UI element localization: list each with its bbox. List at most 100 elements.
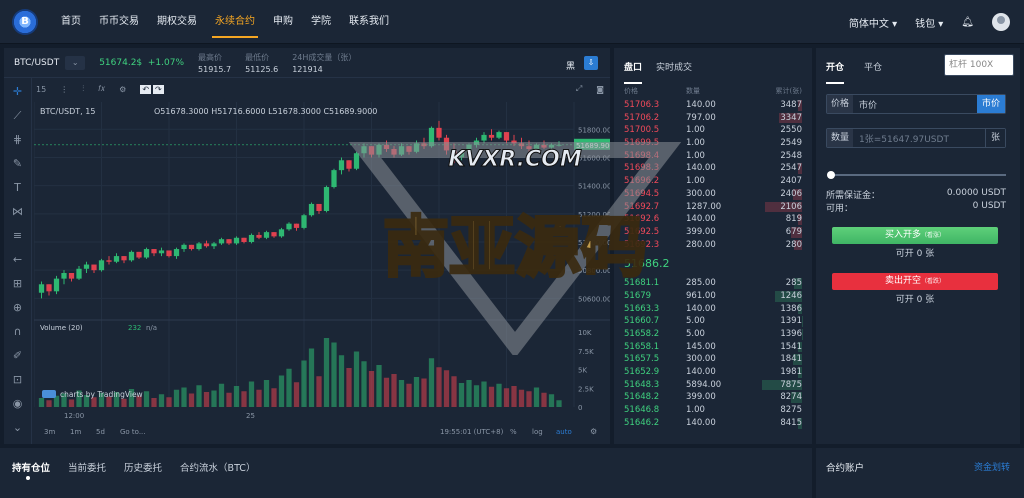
- asks-row[interactable]: 51706.3 140.00 3487: [614, 99, 812, 112]
- price-chart[interactable]: 51800.0000 51600.0000 51400.0000 51200.0000…: [34, 102, 610, 444]
- scale-option[interactable]: auto: [556, 428, 572, 436]
- bids-row[interactable]: 51652.9 140.00 1981: [614, 366, 812, 379]
- bids-row[interactable]: 51679 961.00 1246: [614, 290, 812, 303]
- brush-icon[interactable]: ✎: [13, 156, 22, 172]
- tab-orderbook[interactable]: 盘口: [624, 60, 643, 84]
- measure-icon[interactable]: ⊞: [13, 276, 22, 292]
- interval-selector[interactable]: 15: [36, 85, 46, 94]
- nav-item-6[interactable]: 联系我们: [340, 0, 398, 44]
- bids-row[interactable]: 51657.5 300.00 1841: [614, 353, 812, 366]
- available-label: 可用：: [826, 204, 854, 214]
- zoom-icon[interactable]: ⊕: [13, 300, 22, 316]
- tab-positions[interactable]: 持有仓位: [12, 460, 50, 474]
- nav-item-3[interactable]: 永续合约: [206, 0, 264, 44]
- eye-icon[interactable]: ◉: [13, 396, 23, 412]
- bids-row[interactable]: 51646.8 1.00 8275: [614, 404, 812, 417]
- undo-icon[interactable]: ↶: [140, 84, 152, 94]
- range-button[interactable]: Go to...: [120, 428, 146, 436]
- bids-row[interactable]: 51658.1 145.00 1541: [614, 341, 812, 354]
- settings-icon[interactable]: ⚙: [119, 85, 126, 94]
- theme-toggle-icon[interactable]: ⇩: [584, 56, 598, 70]
- theme-label[interactable]: 黑: [566, 59, 575, 72]
- indicators-icon[interactable]: 𝑓𝑥: [98, 84, 105, 94]
- qty-slider[interactable]: [827, 171, 1006, 179]
- tab-contract-ledger[interactable]: 合约流水（BTC）: [180, 460, 255, 474]
- range-button[interactable]: 1m: [70, 428, 81, 436]
- nav-item-1[interactable]: 币币交易: [90, 0, 148, 44]
- asks-row[interactable]: 51694.5 300.00 2406: [614, 188, 812, 201]
- text-icon[interactable]: T: [14, 180, 21, 196]
- bids-row[interactable]: 51660.7 5.00 1391: [614, 315, 812, 328]
- asks-row[interactable]: 51696.2 1.00 2407: [614, 175, 812, 188]
- bids-row[interactable]: 51681.1 285.00 285: [614, 277, 812, 290]
- tab-close[interactable]: 平仓: [864, 60, 882, 78]
- bids-row[interactable]: 51648.2 399.00 8274: [614, 391, 812, 404]
- order-price: 51657.5: [624, 354, 660, 365]
- bids-row[interactable]: 51646.2 140.00 8415: [614, 417, 812, 430]
- asks-row[interactable]: 51692.3 280.00 280: [614, 239, 812, 252]
- bids-row[interactable]: 51663.3 140.00 1386: [614, 303, 812, 316]
- avatar[interactable]: [992, 13, 1010, 31]
- tab-trades[interactable]: 实时成交: [656, 60, 692, 78]
- pattern-icon[interactable]: ⋈: [12, 204, 23, 220]
- volume-bar: [548, 394, 555, 407]
- range-button[interactable]: 3m: [44, 428, 55, 436]
- crosshair-icon[interactable]: ✛: [13, 84, 22, 100]
- volume-legend-na: n/a: [146, 324, 157, 332]
- sell-short-button[interactable]: 卖出开空（看跌）: [832, 273, 998, 290]
- tab-open[interactable]: 开仓: [826, 60, 845, 84]
- nav-item-0[interactable]: 首页: [52, 0, 90, 44]
- bids-row[interactable]: 51648.3 5894.00 7875: [614, 379, 812, 392]
- magnet-icon[interactable]: ∩: [13, 324, 21, 340]
- chevron-down-icon[interactable]: ⌄: [13, 420, 22, 436]
- order-total: 285: [785, 278, 802, 289]
- bids-row[interactable]: 51658.2 5.00 1396: [614, 328, 812, 341]
- price-tick-label: 51000.0000: [578, 239, 610, 247]
- ruler-icon[interactable]: ≡: [13, 228, 22, 244]
- buy-long-button[interactable]: 买入开多（看涨）: [832, 227, 998, 244]
- asks-row[interactable]: 51706.2 797.00 3347: [614, 112, 812, 125]
- order-qty: 140.00: [686, 163, 716, 174]
- asks-row[interactable]: 51698.4 1.00 2548: [614, 150, 812, 163]
- bell-icon[interactable]: 🔔︎: [961, 17, 974, 28]
- wallet-menu[interactable]: 钱包 ▾: [915, 15, 943, 30]
- volume-bar: [68, 399, 75, 407]
- lock-icon[interactable]: ⊡: [13, 372, 22, 388]
- trend-line-icon[interactable]: ⟋: [14, 108, 22, 124]
- nav-item-5[interactable]: 学院: [302, 0, 340, 44]
- asks-row[interactable]: 51700.5 1.00 2550: [614, 124, 812, 137]
- asks-row[interactable]: 51699.5 1.00 2549: [614, 137, 812, 150]
- nav-item-4[interactable]: 申购: [264, 0, 302, 44]
- transfer-link[interactable]: 资金划转: [974, 460, 1010, 473]
- fullscreen-icon[interactable]: ⤢: [576, 84, 582, 94]
- arrow-left-icon[interactable]: ←: [13, 252, 22, 268]
- fib-icon[interactable]: ⋕: [13, 132, 22, 148]
- nav-item-2[interactable]: 期权交易: [148, 0, 206, 44]
- asks-row[interactable]: 51692.6 140.00 819: [614, 213, 812, 226]
- language-selector[interactable]: 简体中文 ▾: [849, 15, 897, 30]
- pair-selector[interactable]: BTC/USDT ⌄: [14, 55, 86, 70]
- tab-order-history[interactable]: 历史委托: [124, 460, 162, 474]
- leverage-input[interactable]: 杠杆 100X: [944, 54, 1014, 76]
- asks-row[interactable]: 51692.7 1287.00 2106: [614, 201, 812, 214]
- camera-icon[interactable]: ◙: [596, 85, 604, 94]
- market-price-button[interactable]: 市价: [976, 95, 1005, 113]
- asks-row[interactable]: 51692.5 399.00 679: [614, 226, 812, 239]
- available-row: 可用： 0 USDT: [826, 201, 1006, 214]
- pencil-lock-icon[interactable]: ✐: [13, 348, 22, 364]
- brand-logo[interactable]: B: [12, 8, 38, 35]
- scale-option[interactable]: %: [510, 428, 517, 436]
- candle-type-icon[interactable]: ⫶: [82, 84, 84, 94]
- range-button[interactable]: 5d: [96, 428, 105, 436]
- order-total: 1246: [780, 290, 802, 301]
- redo-icon[interactable]: ↷: [153, 84, 164, 94]
- stat-volume: 24H成交量（张） 121914: [292, 52, 356, 74]
- scale-option[interactable]: log: [532, 428, 543, 436]
- margin-label: 所需保证金：: [826, 191, 881, 201]
- more-icon[interactable]: ⋮: [60, 85, 68, 94]
- qty-input[interactable]: 1张=51647.97USDT: [853, 132, 985, 145]
- asks-row[interactable]: 51698.3 140.00 2547: [614, 162, 812, 175]
- chevron-down-icon[interactable]: ⌄: [65, 55, 86, 70]
- price-input[interactable]: 市价: [853, 98, 977, 111]
- tab-open-orders[interactable]: 当前委托: [68, 460, 106, 474]
